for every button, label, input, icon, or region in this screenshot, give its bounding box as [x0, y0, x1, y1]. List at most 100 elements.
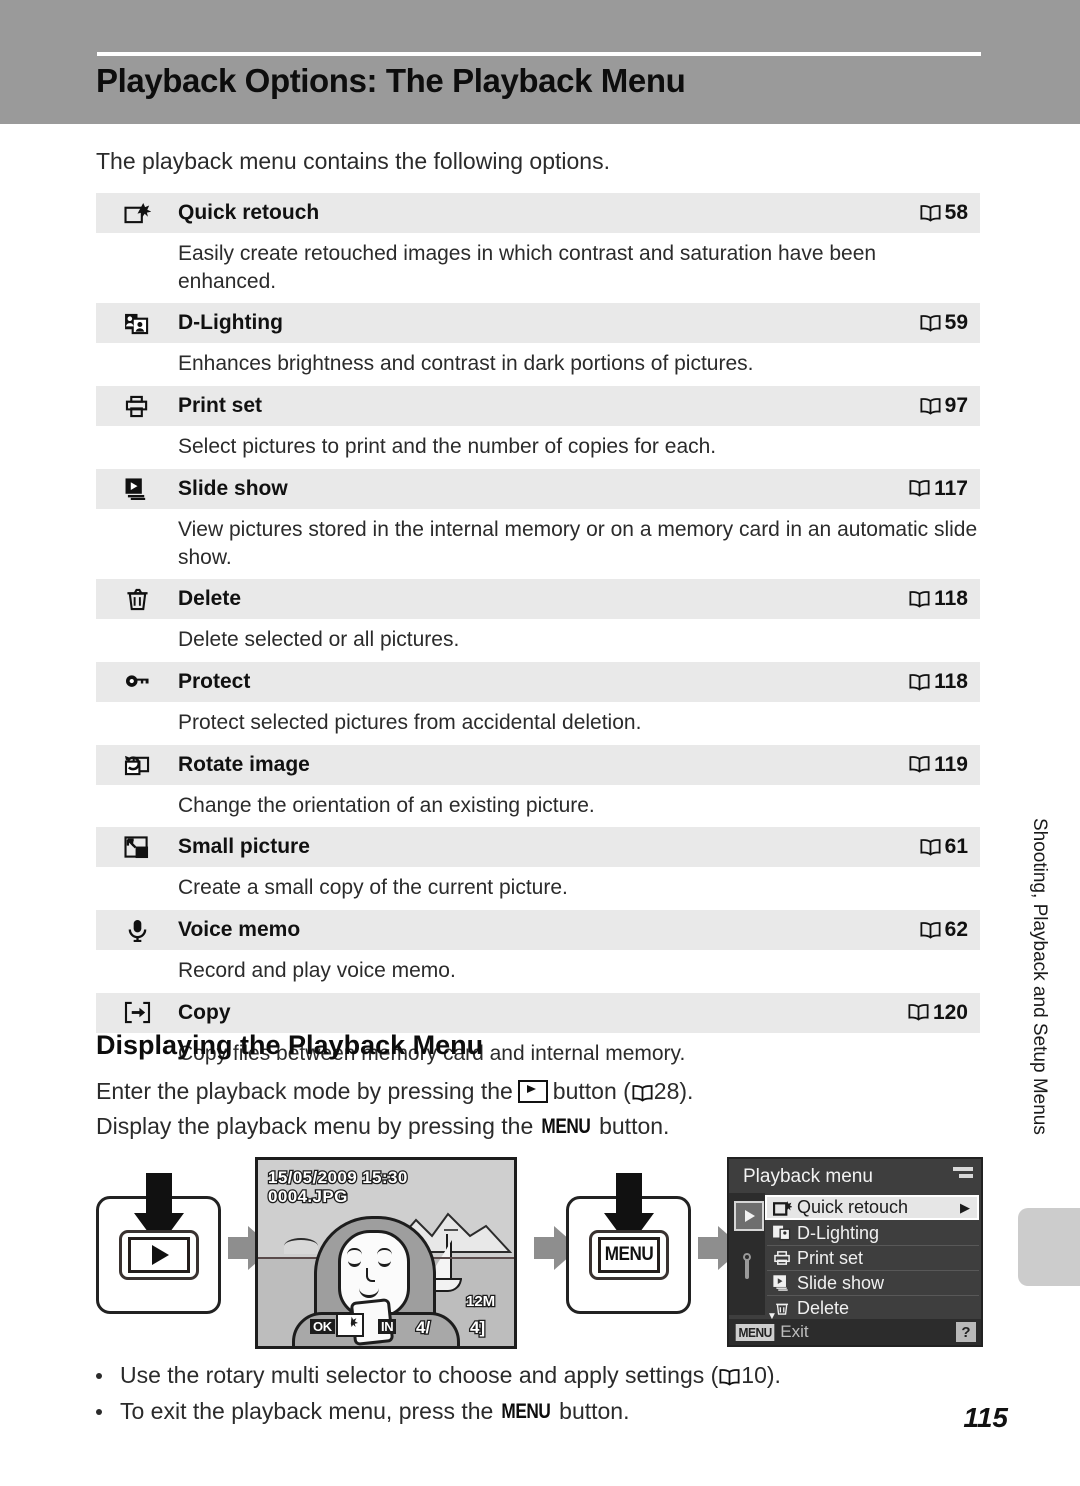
- book-icon: [919, 314, 942, 333]
- menu-button-illustration: MENU: [566, 1173, 691, 1314]
- lcd-menu-item-print-set[interactable]: Print set: [767, 1246, 979, 1271]
- option-description: Record and play voice memo.: [96, 950, 978, 993]
- section-line1-after: button (: [552, 1078, 631, 1104]
- option-label: Small picture: [178, 835, 310, 859]
- lcd-frame-counter-right: 4]: [469, 1317, 487, 1339]
- option-page-number: 97: [944, 394, 968, 418]
- intro-text: The playback menu contains the following…: [96, 148, 610, 174]
- option-label: Quick retouch: [178, 201, 320, 224]
- option-row: Print set 97: [96, 386, 980, 427]
- playback-button-face: [127, 1237, 190, 1273]
- lcd-memory-badge: IN: [378, 1319, 397, 1334]
- voice-memo-mic-icon: [96, 919, 178, 942]
- option-row: Rotate image 119: [96, 744, 980, 785]
- quick-retouch-icon: [96, 202, 178, 225]
- option-description: View pictures stored in the internal mem…: [96, 508, 978, 580]
- option-label: Copy: [178, 1000, 231, 1024]
- lcd-menu-help-icon[interactable]: ?: [956, 1322, 976, 1342]
- book-icon: [908, 673, 931, 692]
- option-label: Rotate image: [178, 752, 310, 776]
- book-icon-2: [718, 1366, 741, 1386]
- print-set-icon-small: [767, 1250, 797, 1266]
- option-description: Change the orientation of an existing pi…: [96, 784, 978, 828]
- option-page-reference: 62: [919, 918, 980, 942]
- lcd-islet: [284, 1238, 318, 1254]
- lcd-menu-item-delete[interactable]: ▼ Delete: [767, 1296, 979, 1322]
- side-tab-label: Shooting, Playback and Setup Menus: [1029, 818, 1050, 1135]
- section-line2-after: button.: [599, 1113, 670, 1139]
- lcd-menu-item-d-lighting[interactable]: D-Lighting: [767, 1221, 979, 1246]
- option-page-number: 118: [934, 670, 968, 694]
- camera-lcd-playback-menu: Playback menu Quick retouch ▶ D-Lighting…: [727, 1157, 983, 1347]
- lcd-filename: 0004.JPG: [267, 1186, 349, 1208]
- menu-button-bezel: MENU: [588, 1230, 669, 1280]
- delete-icon-small: ▼: [767, 1301, 797, 1322]
- lcd-frame-counter-left: 4/: [415, 1317, 432, 1339]
- playback-button-illustration: [96, 1173, 221, 1314]
- book-icon: [908, 590, 931, 609]
- lcd-menu-item-selected-label: Quick retouch: [797, 1197, 909, 1217]
- bullet-dot: [96, 1372, 102, 1379]
- lcd-tab-playback-icon[interactable]: [734, 1201, 764, 1231]
- delete-icon: [96, 588, 178, 611]
- option-label: Delete: [178, 587, 242, 611]
- option-page-number: 117: [934, 476, 968, 500]
- bullet-2-text: To exit the playback menu, press the: [120, 1398, 494, 1424]
- lcd-menu-item-print-set-label: Print set: [797, 1247, 864, 1268]
- d-lighting-icon-small: [767, 1225, 797, 1241]
- lcd-menu-title: Playback menu: [743, 1166, 873, 1187]
- book-icon: [631, 1082, 654, 1102]
- option-row: D-Lighting 59: [96, 303, 980, 344]
- option-label: Slide show: [178, 476, 288, 500]
- option-page-reference: 117: [908, 477, 980, 501]
- protect-key-icon: [96, 671, 178, 694]
- section-line1-ref: 28).: [653, 1078, 694, 1104]
- option-page-reference: 118: [908, 587, 980, 611]
- play-triangle-icon: [151, 1245, 169, 1265]
- bullet-item-2: To exit the playback menu, press the MEN…: [96, 1398, 781, 1425]
- lcd-menu-bottom-bar: MENU Exit ?: [729, 1319, 981, 1345]
- section-line2-before: Display the playback menu by pressing th…: [96, 1113, 534, 1139]
- slide-show-icon: [96, 477, 178, 501]
- lcd-person-brow-right: [377, 1248, 392, 1255]
- copy-icon: [96, 1001, 178, 1024]
- side-tab-marker: [1018, 1208, 1080, 1286]
- lcd-menu-item-selected[interactable]: Quick retouch ▶: [765, 1195, 979, 1220]
- section-heading: Displaying the Playback Menu: [96, 1030, 484, 1060]
- option-description: Delete selected or all pictures.: [96, 619, 978, 663]
- lcd-person-nose: [366, 1268, 375, 1282]
- option-page-number: 61: [944, 835, 968, 859]
- option-row: Delete 118: [96, 579, 980, 620]
- option-row: Voice memo 62: [96, 910, 980, 951]
- lcd-retouch-icon: [336, 1313, 364, 1337]
- option-page-reference: 120: [907, 1001, 980, 1025]
- lcd-tab-setup-wrench-icon[interactable]: [738, 1251, 756, 1281]
- option-page-reference: 61: [919, 835, 980, 859]
- chevron-right-icon: ▶: [960, 1199, 970, 1215]
- option-label: Voice memo: [178, 918, 301, 942]
- lcd-menu-item-slide-show[interactable]: Slide show: [767, 1271, 979, 1296]
- option-description: Select pictures to print and the number …: [96, 426, 978, 469]
- option-page-number: 62: [944, 918, 968, 942]
- book-icon: [919, 397, 942, 416]
- menu-button-body: MENU: [566, 1173, 691, 1314]
- menu-button-face: MENU: [597, 1237, 660, 1273]
- book-icon: [919, 838, 942, 857]
- section-paragraph-line1: Enter the playback mode by pressing the …: [96, 1078, 693, 1105]
- playback-button-icon: [517, 1080, 548, 1103]
- lcd-menu-item-slide-show-label: Slide show: [797, 1272, 885, 1293]
- bullet-1-ref: 10).: [741, 1362, 781, 1388]
- option-row: Slide show 117: [96, 468, 980, 509]
- print-set-icon: [96, 395, 178, 418]
- menu-button-label: MENU: [604, 1244, 653, 1265]
- playback-button-bezel: [118, 1230, 199, 1280]
- option-page-number: 59: [944, 311, 968, 335]
- book-icon: [919, 921, 942, 940]
- bullet-2-after: button.: [559, 1398, 630, 1424]
- bullet-item-1: Use the rotary multi selector to choose …: [96, 1362, 781, 1389]
- option-row: Quick retouch 58: [96, 193, 980, 233]
- option-description: Create a small copy of the current pictu…: [96, 867, 978, 911]
- lcd-menu-item-delete-label: Delete: [797, 1298, 850, 1318]
- option-row: Copy 120: [96, 992, 980, 1033]
- lcd-ok-badge: OK: [310, 1319, 335, 1334]
